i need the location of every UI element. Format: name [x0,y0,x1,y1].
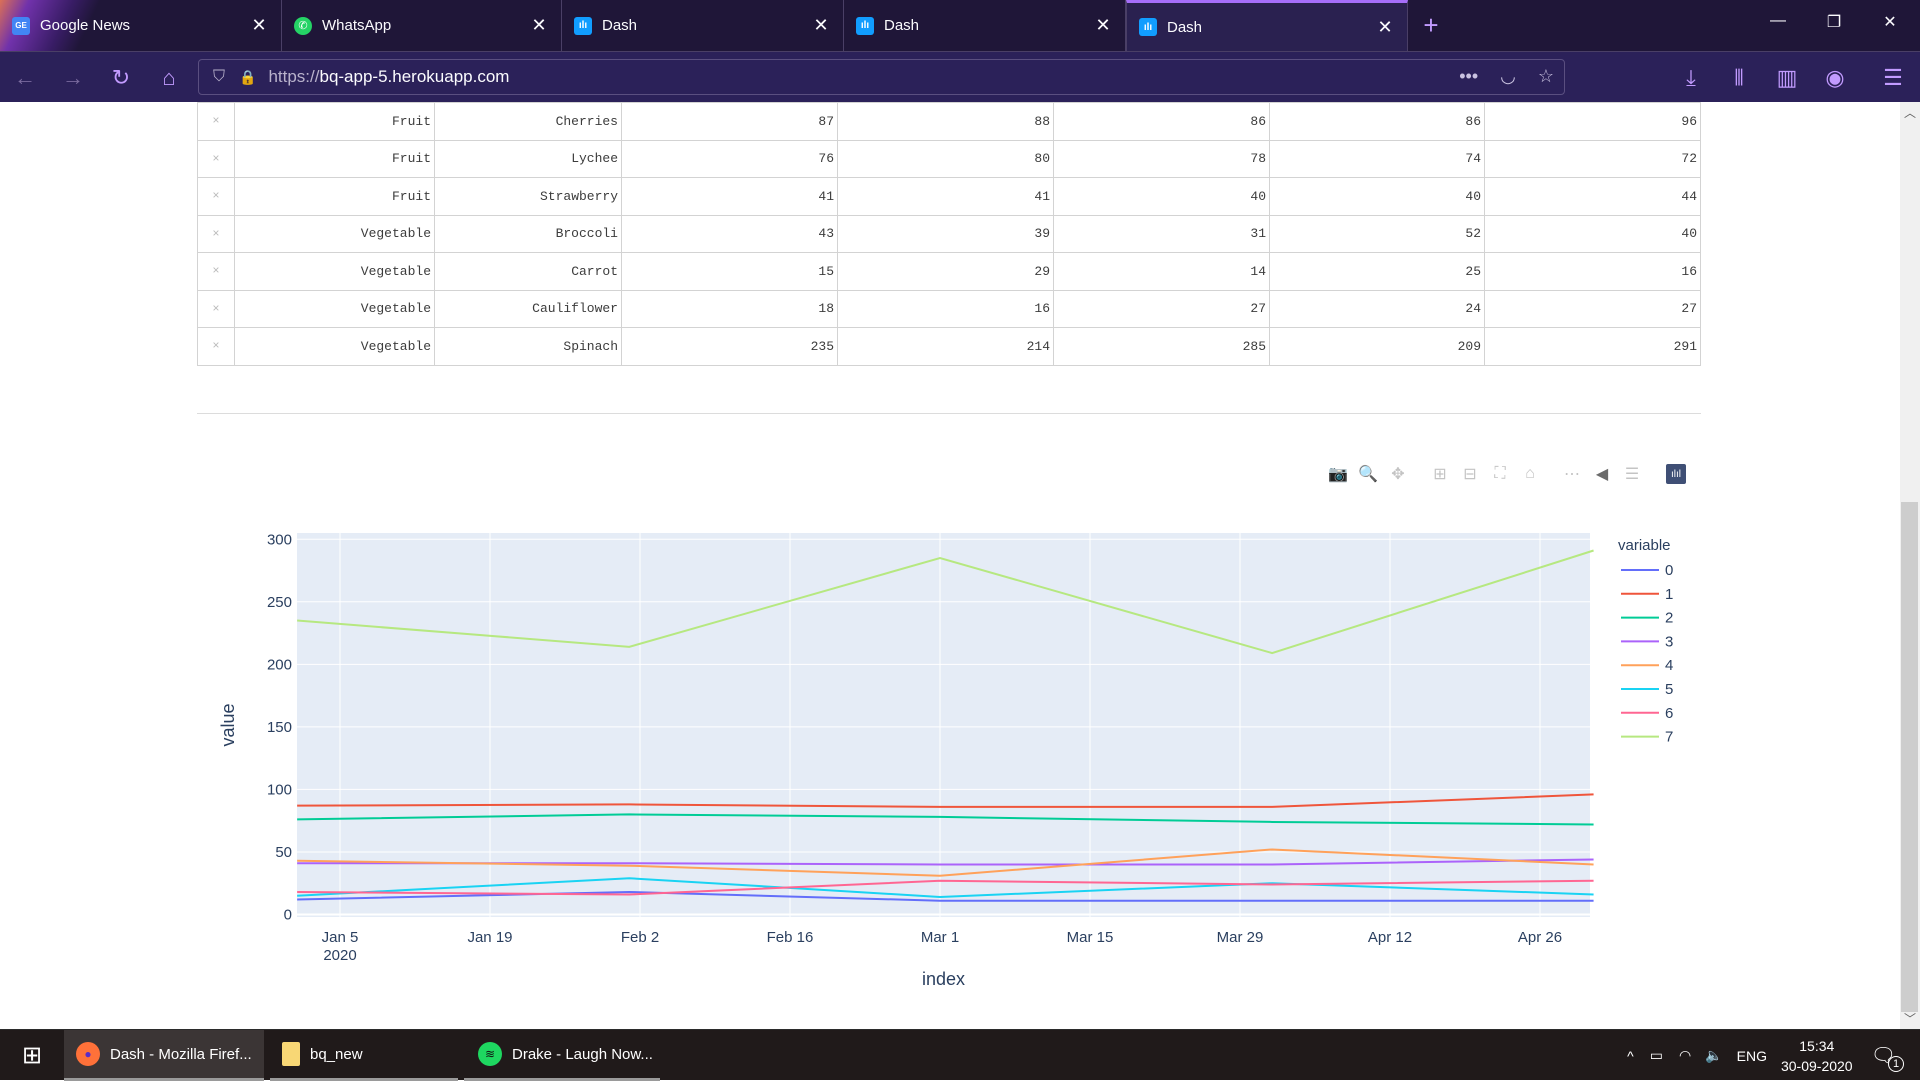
back-button[interactable]: ← [10,63,40,93]
folder-icon [282,1042,300,1066]
x-tick-label: Feb 2 [621,929,659,946]
tab-dash-2[interactable]: ılı Dash ✕ [844,0,1126,51]
x-tick-label: Mar 1 [921,929,959,946]
notification-count: 1 [1888,1056,1904,1072]
show-hidden-icons[interactable]: ^ [1627,1048,1634,1064]
x-tick-label: Mar 29 [1217,929,1264,946]
close-tab-icon[interactable]: ✕ [1375,17,1395,38]
legend-label-1: 1 [1665,586,1673,603]
window-close-button[interactable]: ✕ [1870,12,1910,32]
dash-icon: ılı [856,16,874,35]
legend-label-6: 6 [1665,705,1673,722]
close-tab-icon[interactable]: ✕ [249,15,269,36]
system-tray: ^ ▭ ◠ 🔈 ENG 15:34 30-09-2020 🗨 1 [1627,1030,1920,1081]
taskbar-app-label: Dash - Mozilla Firef... [110,1045,252,1063]
tab-google-news[interactable]: GE Google News ✕ [0,0,282,51]
legend-label-5: 5 [1665,681,1673,698]
lock-icon[interactable]: 🔒 [239,69,256,86]
library-button[interactable]: ⫴ [1724,63,1754,93]
y-tick-label: 300 [267,531,292,548]
x-tick-label: Mar 15 [1067,929,1114,946]
whatsapp-icon: ✆ [294,16,312,35]
account-button[interactable]: ◉ [1820,63,1850,93]
battery-icon[interactable]: ▭ [1650,1047,1663,1064]
tab-whatsapp[interactable]: ✆ WhatsApp ✕ [282,0,562,51]
tracking-protection-icon[interactable]: ⛉ [213,68,225,86]
line-chart: Jan 5 Jan 19 Feb 2 Feb 16 Mar 1 Mar 15 Mar 29 A… [218,531,1673,989]
url-text[interactable]: https://bq-app-5.herokuapp.com [268,67,509,87]
close-tab-icon[interactable]: ✕ [811,15,831,36]
taskbar-app-firefox[interactable]: ● Dash - Mozilla Firef... [64,1030,264,1081]
y-tick-label: 200 [267,656,292,673]
x-tick-label: Feb 16 [767,929,814,946]
legend-label-0: 0 [1665,562,1673,579]
sidebar-button[interactable]: ▥ [1772,63,1802,93]
minimize-button[interactable]: — [1758,12,1798,30]
windows-taskbar: ⊞ ● Dash - Mozilla Firef... bq_new ≋ Dra… [0,1029,1920,1081]
reload-button[interactable]: ↻ [106,63,136,93]
clock[interactable]: 15:34 30-09-2020 [1781,1036,1853,1076]
legend-label-2: 2 [1665,610,1673,627]
y-tick-label: 0 [284,906,292,923]
x-tick-label: Jan 5 [322,929,359,946]
taskbar-app-folder[interactable]: bq_new [270,1030,458,1081]
downloads-button[interactable]: ⤓ [1676,63,1706,93]
y-tick-label: 150 [267,719,292,736]
menu-button[interactable]: ☰ [1878,63,1908,93]
close-tab-icon[interactable]: ✕ [1093,15,1113,36]
x-tick-label: Jan 19 [467,929,512,946]
y-tick-label: 100 [267,781,292,798]
taskbar-app-label: Drake - Laugh Now... [512,1045,653,1063]
legend-label-4: 4 [1665,657,1673,674]
dash-icon: ılı [1139,18,1157,36]
firefox-icon: ● [76,1042,100,1066]
restore-button[interactable]: ❐ [1814,12,1854,32]
x-year-label: 2020 [323,947,356,964]
url-bar[interactable]: ⛉ 🔒 https://bq-app-5.herokuapp.com ••• ◡… [198,59,1565,95]
home-button[interactable]: ⌂ [154,63,184,93]
close-tab-icon[interactable]: ✕ [529,15,549,36]
page-scrollbar[interactable]: ︿ ﹀ [1900,102,1920,1029]
taskbar-app-spotify[interactable]: ≋ Drake - Laugh Now... [464,1030,660,1081]
volume-icon[interactable]: 🔈 [1705,1047,1722,1064]
google-news-icon: GE [12,16,30,35]
scrollbar-thumb[interactable] [1901,502,1918,1012]
windows-logo-icon: ⊞ [21,1042,43,1069]
taskbar-app-label: bq_new [310,1045,363,1063]
plot-background [297,533,1590,917]
url-host: bq-app-5.herokuapp.com [319,67,510,86]
page-actions-icon[interactable]: ••• [1459,66,1478,87]
tab-dash-1[interactable]: ılı Dash ✕ [562,0,844,51]
spotify-icon: ≋ [478,1042,502,1066]
tab-bar: GE Google News ✕ ✆ WhatsApp ✕ ılı Dash ✕… [0,0,1920,51]
y-tick-label: 50 [275,844,292,861]
language-indicator[interactable]: ENG [1737,1048,1767,1064]
y-tick-label: 250 [267,594,292,611]
scroll-down-icon[interactable]: ﹀ [1900,1010,1920,1027]
legend-label-7: 7 [1665,729,1673,746]
x-tick-label: Apr 12 [1368,929,1412,946]
x-axis-title: index [922,969,965,989]
legend-label-3: 3 [1665,633,1673,650]
pocket-icon[interactable]: ◡ [1500,66,1516,87]
dash-icon: ılı [574,16,592,35]
legend-title: variable [1618,537,1671,554]
x-tick-label: Apr 26 [1518,929,1562,946]
url-protocol: https:// [268,67,320,86]
scroll-up-icon[interactable]: ︿ [1900,104,1920,121]
clock-date: 30-09-2020 [1780,1057,1853,1074]
start-button[interactable]: ⊞ [14,1030,50,1081]
bookmark-star-icon[interactable]: ☆ [1538,66,1554,87]
new-tab-button[interactable]: + [1416,10,1446,41]
notifications-icon[interactable]: 🗨 1 [1871,1043,1904,1072]
wifi-icon[interactable]: ◠ [1679,1047,1691,1064]
y-axis-title: value [218,703,238,746]
forward-button[interactable]: → [58,63,88,93]
page-content: × Fruit Cherries 87 88 86 86 96 × Fruit Lychee 76 80… [0,102,1900,1029]
tab-dash-active[interactable]: ılı Dash ✕ [1126,0,1408,51]
clock-time: 15:34 [1799,1037,1835,1054]
navigation-bar: ← → ↻ ⌂ ⛉ 🔒 https://bq-app-5.herokuapp.c… [0,51,1920,102]
